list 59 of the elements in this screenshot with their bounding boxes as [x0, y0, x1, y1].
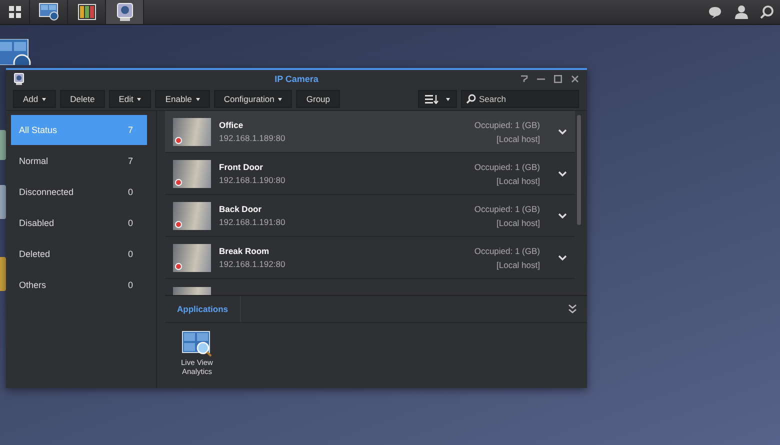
- status-filter-item[interactable]: Disabled 0: [11, 208, 147, 238]
- double-chevron-icon[interactable]: [568, 304, 577, 314]
- scrollbar[interactable]: [577, 115, 581, 225]
- storage-text: Occupied: 1 (GB): [474, 162, 540, 172]
- panel-icon: [78, 4, 96, 20]
- chevron-down-icon[interactable]: [558, 212, 567, 218]
- host-text: [Local host]: [496, 260, 540, 270]
- close-icon[interactable]: [571, 75, 579, 83]
- dropdown-button[interactable]: Enable: [155, 90, 210, 108]
- taskbar-app-button[interactable]: [106, 0, 144, 24]
- status-filter-item[interactable]: Disconnected 0: [11, 177, 147, 207]
- toolbar-button[interactable]: Delete: [60, 90, 105, 108]
- camera-name: Office: [219, 120, 244, 130]
- search-icon: [466, 94, 476, 104]
- caret-icon: [446, 98, 450, 100]
- grid-icon: [8, 6, 20, 18]
- camera-address: 192.168.1.190:80: [219, 175, 286, 185]
- status-filter-item[interactable]: Normal 7: [11, 146, 147, 176]
- chevron-down-icon[interactable]: [558, 254, 567, 260]
- camera-icon: [116, 3, 132, 21]
- camera-name: Break Room: [219, 246, 270, 256]
- storage-text: Occupied: 1 (GB): [474, 204, 540, 214]
- camera-name: Front Door: [219, 162, 264, 172]
- applications-tab[interactable]: Applications: [165, 296, 242, 322]
- window-title: IP Camera: [274, 74, 318, 84]
- monitor-icon[interactable]: [0, 39, 32, 65]
- caret-icon: [196, 98, 200, 100]
- status-filter-item[interactable]: Deleted 0: [11, 239, 147, 269]
- help-icon[interactable]: [520, 75, 528, 83]
- search-field[interactable]: Search: [461, 90, 579, 108]
- monitor-icon: [38, 3, 58, 21]
- toolbar-button[interactable]: Group: [296, 90, 340, 108]
- chevron-down-icon[interactable]: [558, 170, 567, 176]
- caret-icon: [42, 98, 46, 100]
- camera-address: 192.168.1.192:80: [219, 259, 286, 269]
- dropdown-button[interactable]: Add: [13, 90, 56, 108]
- storage-text: Occupied: 1 (GB): [474, 246, 540, 256]
- monitor-magnifier-icon: [182, 331, 212, 357]
- chat-bubble-icon: [708, 6, 722, 18]
- camera-address: 192.168.1.189:80: [219, 133, 286, 143]
- host-text: [Local host]: [496, 134, 540, 144]
- camera-address: 192.168.1.191:80: [219, 217, 286, 227]
- caret-icon: [278, 98, 282, 100]
- chevron-down-icon[interactable]: [558, 128, 567, 134]
- sort-button[interactable]: [418, 90, 457, 108]
- user-icon: [734, 5, 748, 19]
- host-text: [Local host]: [496, 218, 540, 228]
- dropdown-button[interactable]: Edit: [108, 90, 152, 108]
- dropdown-button[interactable]: Configuration: [214, 90, 292, 108]
- storage-text: Occupied: 1 (GB): [474, 120, 540, 130]
- camera-row[interactable]: Office 192.168.1.189:80 Occupied: 1 (GB) [Local host]: [165, 111, 575, 153]
- status-filter-item[interactable]: Others 0: [11, 270, 147, 300]
- maximize-icon[interactable]: [554, 75, 562, 83]
- search-icon: [760, 5, 774, 19]
- camera-name: Back Door: [219, 204, 263, 214]
- camera-icon: [14, 73, 24, 85]
- sort-icon: [425, 94, 439, 104]
- host-text: [Local host]: [496, 176, 540, 186]
- caret-icon: [137, 98, 142, 100]
